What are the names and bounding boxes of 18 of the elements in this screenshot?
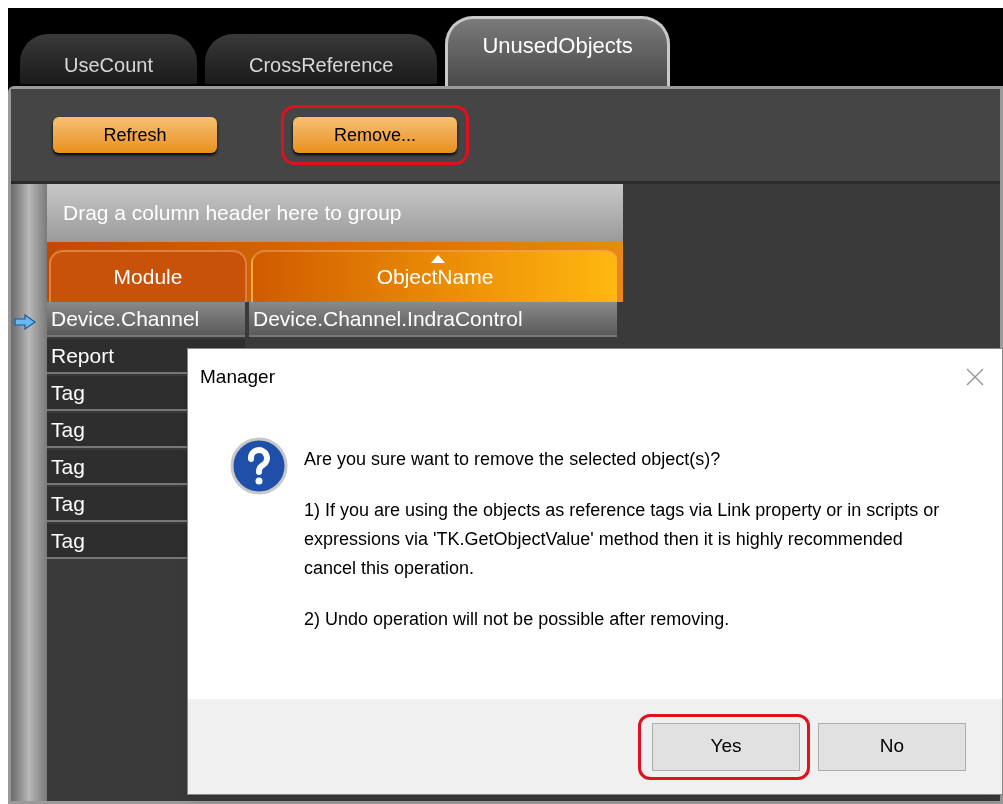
close-icon[interactable] bbox=[966, 368, 984, 386]
dialog-button[interactable]: Yes bbox=[652, 722, 800, 771]
dialog-message: 2) Undo operation will not be possible after removing. bbox=[304, 608, 731, 631]
table-cell: Device.Channel.IndraControl bbox=[249, 302, 617, 337]
column-header[interactable]: Module bbox=[49, 250, 247, 302]
tab[interactable]: UnusedObjects bbox=[445, 16, 670, 86]
dialog-question: Are you sure want to remove the selected object(s)? bbox=[304, 448, 722, 471]
toolbar-button[interactable]: Refresh bbox=[53, 117, 217, 153]
tab[interactable]: UseCount bbox=[20, 34, 197, 84]
tab[interactable]: CrossReference bbox=[204, 34, 438, 84]
table-cell: Device.Channel bbox=[47, 302, 245, 337]
toolbar-button[interactable]: Remove... bbox=[293, 117, 457, 153]
dialog-button[interactable]: No bbox=[818, 722, 966, 771]
arrow-right-icon bbox=[14, 313, 36, 330]
group-panel: Drag a column header here to group bbox=[47, 184, 623, 242]
question-icon bbox=[230, 437, 288, 495]
dialog-message: 1) If you are using the objects as reference tags via Link property or in scripts or expressions via 'TK.GetObjectValue' method then it is highly recommended cancel this operation. bbox=[304, 499, 941, 580]
sort-arrow-icon bbox=[431, 255, 445, 263]
